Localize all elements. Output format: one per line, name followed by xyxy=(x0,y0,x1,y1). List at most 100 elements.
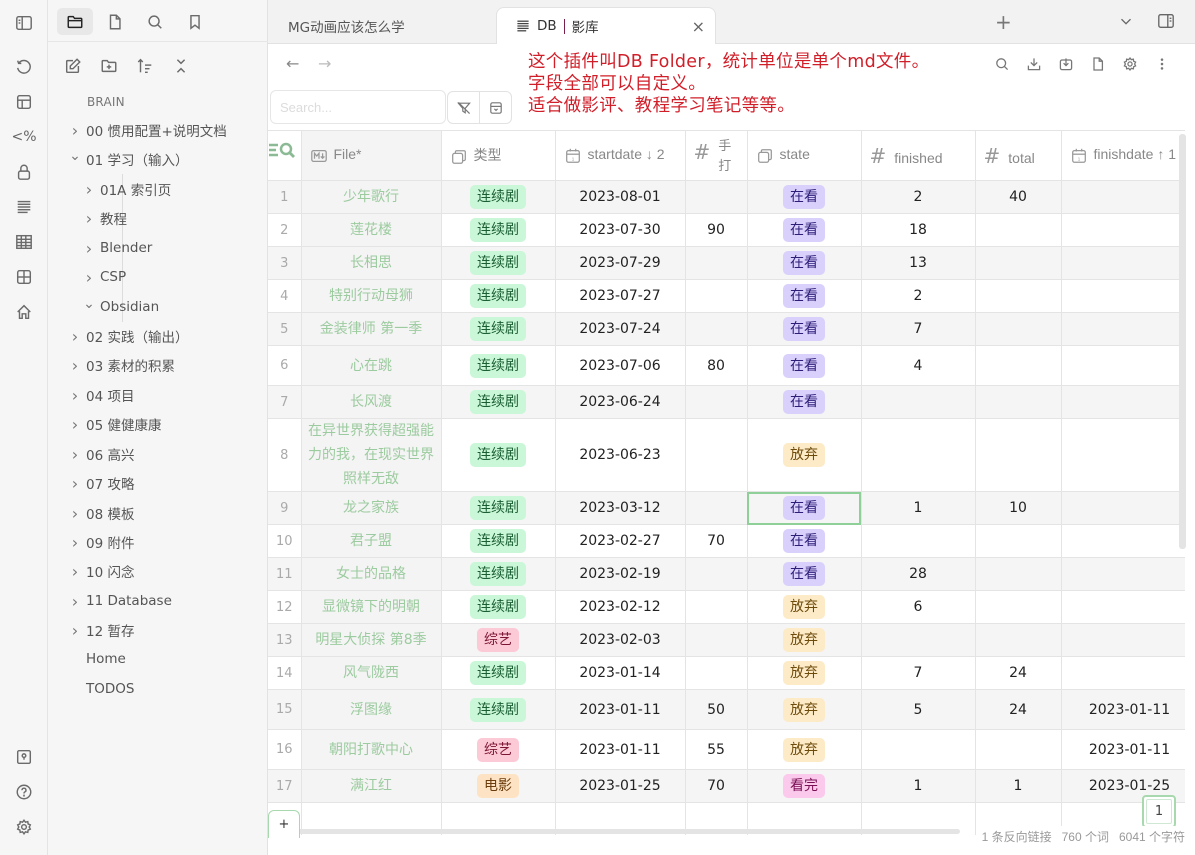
cell-total[interactable]: 40 xyxy=(974,180,1062,214)
grid-icon[interactable] xyxy=(12,265,36,289)
cell-startdate[interactable]: 2023-01-11 xyxy=(554,689,686,730)
cell-startdate[interactable]: 2023-02-27 xyxy=(554,524,686,558)
column-header-file[interactable]: File* xyxy=(300,130,442,181)
folder-item[interactable]: › 01A 索引页 xyxy=(82,176,171,202)
cell-state[interactable]: 在看 xyxy=(746,180,862,214)
cell-finishdate[interactable] xyxy=(1060,213,1185,247)
folder-item[interactable]: › Blender xyxy=(82,235,153,261)
cell-finished[interactable]: 4 xyxy=(860,345,976,386)
column-header-finished[interactable]: # finished xyxy=(860,130,976,181)
cell-type[interactable]: 连续剧 xyxy=(440,491,556,525)
cell-handwritten[interactable] xyxy=(684,418,748,492)
pagination-page[interactable]: 1 xyxy=(1142,795,1176,828)
folder-item[interactable]: › 00 惯用配置+说明文档 xyxy=(68,117,227,143)
cell-state[interactable]: 放弃 xyxy=(746,656,862,690)
cell-handwritten[interactable]: 70 xyxy=(684,524,748,558)
cell-type[interactable]: 电影 xyxy=(440,769,556,803)
column-header-finishdate[interactable]: 1 finishdate ↑ 1 xyxy=(1060,130,1185,181)
column-header-startdate[interactable]: 1 startdate ↓ 2 xyxy=(554,130,686,181)
cell-type[interactable]: 连续剧 xyxy=(440,246,556,280)
backlinks-count[interactable]: 1 条反向链接 xyxy=(982,828,1052,845)
column-header-type[interactable]: 类型 xyxy=(440,130,556,181)
cell-handwritten[interactable]: 90 xyxy=(684,213,748,247)
cell-total[interactable]: 24 xyxy=(974,689,1062,730)
file-link[interactable]: 女士的品格 xyxy=(300,557,442,591)
cell-handwritten[interactable] xyxy=(684,623,748,657)
collapse-all-button[interactable] xyxy=(170,55,192,77)
file-item[interactable]: TODOS xyxy=(68,676,134,702)
cell-state[interactable]: 在看 xyxy=(746,312,862,346)
file-link[interactable]: 在异世界获得超强能力的我，在现实世界照样无敌 xyxy=(300,418,442,492)
cell-total[interactable] xyxy=(974,623,1062,657)
horizontal-scrollbar[interactable] xyxy=(270,829,960,834)
folder-item[interactable]: › 04 项目 xyxy=(68,382,135,408)
cell-finished[interactable] xyxy=(860,524,976,558)
right-sidebar-toggle[interactable] xyxy=(1157,12,1175,34)
file-link[interactable]: 君子盟 xyxy=(300,524,442,558)
cell-finishdate[interactable] xyxy=(1060,590,1185,624)
cell-state[interactable]: 放弃 xyxy=(746,623,862,657)
cell-finished[interactable] xyxy=(860,623,976,657)
file-link[interactable]: 特别行动母狮 xyxy=(300,279,442,313)
column-search-icon[interactable] xyxy=(268,140,298,166)
cell-startdate[interactable]: 2023-01-11 xyxy=(554,729,686,770)
layout-icon[interactable] xyxy=(12,90,36,114)
column-header-state[interactable]: state xyxy=(746,130,862,181)
cell-handwritten[interactable] xyxy=(684,385,748,419)
folder-item[interactable]: › 03 素材的积累 xyxy=(68,352,175,378)
cell-finished[interactable]: 6 xyxy=(860,590,976,624)
forward-button[interactable]: → xyxy=(318,54,331,73)
db-folder-icon[interactable] xyxy=(12,195,36,219)
cell-type[interactable]: 连续剧 xyxy=(440,213,556,247)
cell-state[interactable]: 在看 xyxy=(746,491,862,525)
file-link[interactable]: 风气陇西 xyxy=(300,656,442,690)
cell-finished[interactable]: 18 xyxy=(860,213,976,247)
cell-state[interactable]: 在看 xyxy=(746,279,862,313)
cell-finished[interactable]: 1 xyxy=(860,769,976,803)
sidebar-toggle-icon[interactable] xyxy=(12,11,36,35)
folder-item[interactable]: › 教程 xyxy=(82,205,127,231)
tab-file[interactable] xyxy=(97,8,133,35)
export-button[interactable] xyxy=(1024,54,1043,73)
cell-state[interactable]: 放弃 xyxy=(746,418,862,492)
folder-item[interactable]: › 10 闪念 xyxy=(68,558,135,584)
file-link[interactable]: 明星大侦探 第8季 xyxy=(300,623,442,657)
search-button[interactable] xyxy=(992,54,1011,73)
cell-total[interactable] xyxy=(974,213,1062,247)
cell-state[interactable]: 放弃 xyxy=(746,729,862,770)
column-header-handwritten[interactable]: # 手打 xyxy=(684,130,748,181)
cell-finishdate[interactable] xyxy=(1060,491,1185,525)
cell-finishdate[interactable] xyxy=(1060,180,1185,214)
cell-total[interactable] xyxy=(974,524,1062,558)
cell-total[interactable] xyxy=(974,246,1062,280)
clear-filters-button[interactable] xyxy=(447,91,480,124)
cell-total[interactable] xyxy=(974,279,1062,313)
file-link[interactable]: 长相思 xyxy=(300,246,442,280)
cell-startdate[interactable]: 2023-08-01 xyxy=(554,180,686,214)
cell-finished[interactable]: 1 xyxy=(860,491,976,525)
cell-finishdate[interactable] xyxy=(1060,623,1185,657)
cell-finishdate[interactable] xyxy=(1060,656,1185,690)
cell-finished[interactable]: 7 xyxy=(860,656,976,690)
template-icon[interactable]: <% xyxy=(11,125,36,149)
vertical-scrollbar[interactable] xyxy=(1179,134,1186,549)
close-tab-icon[interactable]: × xyxy=(692,17,705,36)
cell-startdate[interactable]: 2023-07-30 xyxy=(554,213,686,247)
cell-handwritten[interactable] xyxy=(684,656,748,690)
cell-finishdate[interactable] xyxy=(1060,345,1185,386)
file-link[interactable]: 长风渡 xyxy=(300,385,442,419)
cell-finishdate[interactable] xyxy=(1060,312,1185,346)
cell-startdate[interactable]: 2023-07-24 xyxy=(554,312,686,346)
cell-finished[interactable]: 7 xyxy=(860,312,976,346)
cell-type[interactable]: 综艺 xyxy=(440,623,556,657)
cell-finishdate[interactable] xyxy=(1060,557,1185,591)
add-row-button[interactable]: + xyxy=(268,810,300,838)
cell-startdate[interactable]: 2023-03-12 xyxy=(554,491,686,525)
cell-total[interactable] xyxy=(974,729,1062,770)
cell-type[interactable]: 连续剧 xyxy=(440,385,556,419)
cell-startdate[interactable]: 2023-07-27 xyxy=(554,279,686,313)
table-search-input[interactable] xyxy=(270,90,446,124)
open-file-button[interactable] xyxy=(1088,54,1107,73)
cell-finishdate[interactable] xyxy=(1060,279,1185,313)
cell-finished[interactable]: 5 xyxy=(860,689,976,730)
